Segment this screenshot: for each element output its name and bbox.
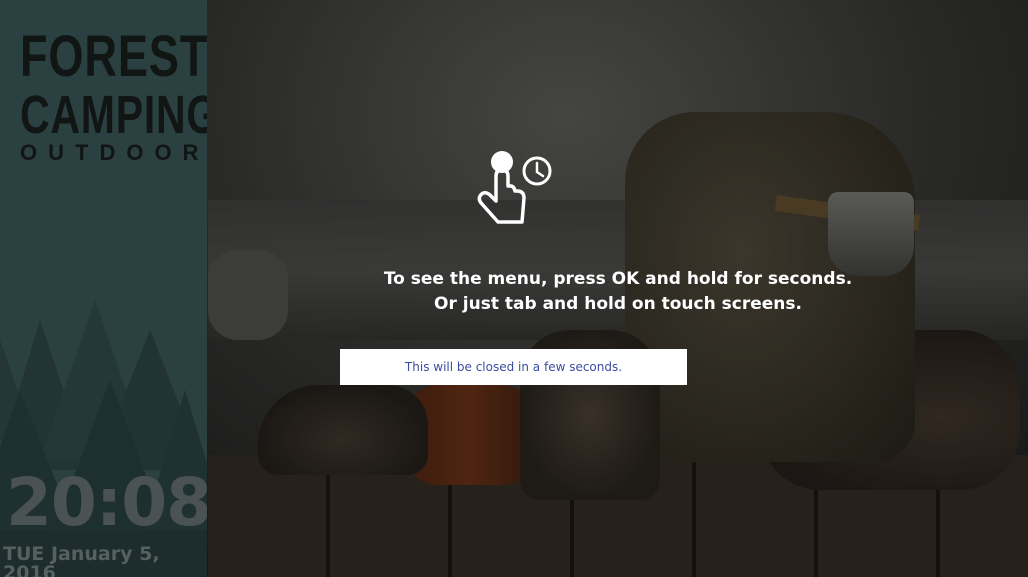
menu-hint-line2: Or just tab and hold on touch screens. [434, 294, 802, 314]
tap-and-hold-icon [477, 151, 552, 224]
menu-hint-line1: To see the menu, press OK and hold for s… [383, 269, 853, 289]
brand-title-camping: CAMPING [20, 85, 207, 145]
auto-close-text: This will be closed in a few seconds. [404, 360, 623, 374]
sidebar: FOREST CAMPING OUTDOOR 20:08 TUE January… [0, 0, 207, 577]
brand-title-forest: FOREST [20, 24, 207, 89]
brand-subtitle-outdoor: OUTDOOR [20, 140, 207, 165]
clock-time: 20:08 [6, 464, 207, 541]
auto-close-banner: This will be closed in a few seconds. [340, 349, 687, 385]
clock-date: TUE January 5, 2016 [3, 543, 160, 577]
